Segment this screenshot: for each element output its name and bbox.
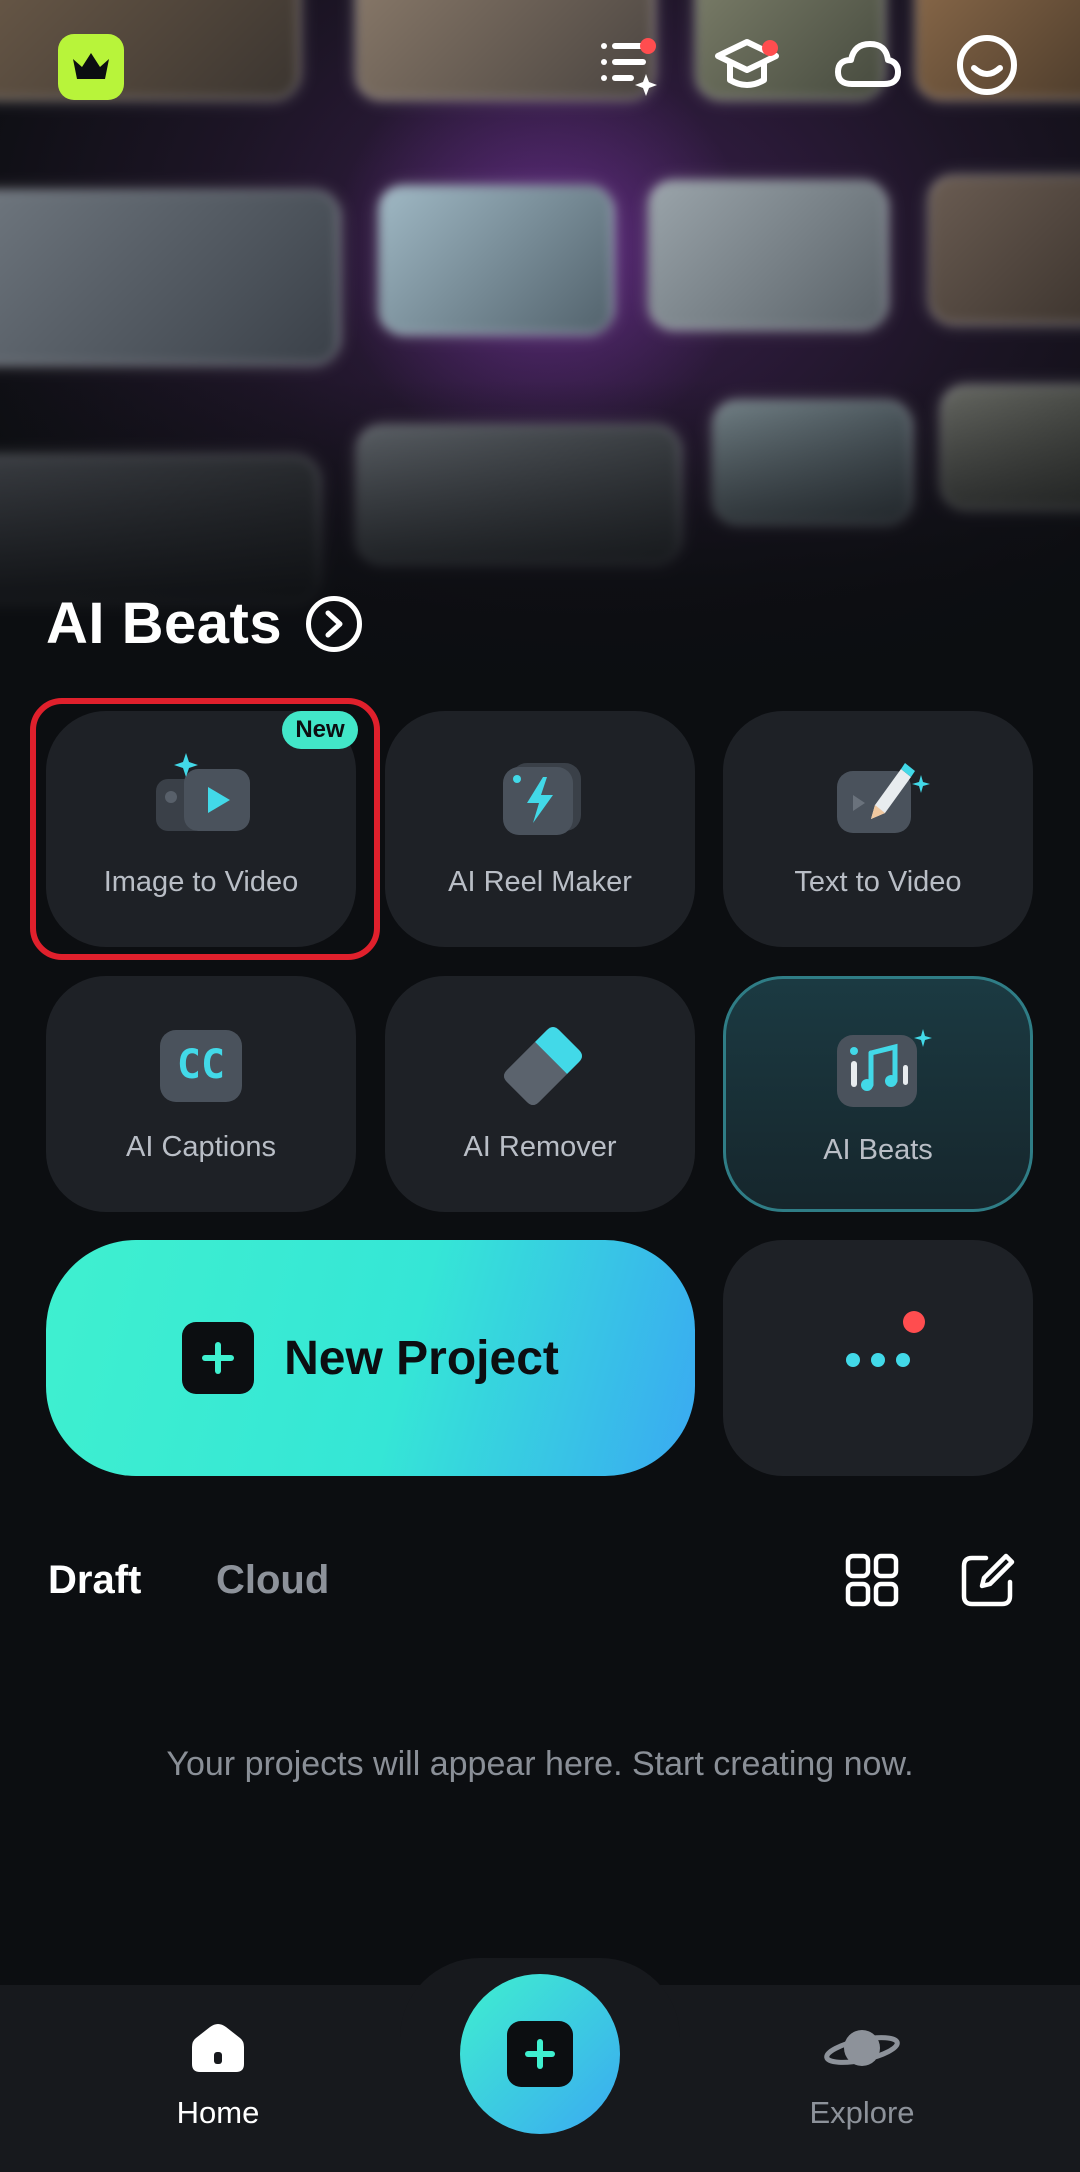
notification-dot [762, 40, 778, 56]
nav-home-label: Home [176, 2095, 260, 2130]
plus-icon [182, 1322, 255, 1394]
tool-label: AI Captions [126, 1131, 276, 1163]
grid-view-button[interactable] [842, 1550, 902, 1610]
hero-thumbnail [378, 185, 614, 335]
home-icon [192, 2024, 244, 2072]
tool-ai-captions[interactable]: CC AI Captions [46, 976, 356, 1212]
highlight-box [30, 698, 380, 960]
hero-thumbnail [648, 180, 888, 330]
pencil-sparkle-icon [823, 749, 933, 849]
create-fab-button[interactable] [460, 1974, 620, 2134]
planet-icon [824, 2030, 900, 2066]
plus-icon [507, 2021, 573, 2087]
smiley-profile-icon [957, 35, 1017, 95]
tutorial-button[interactable] [712, 30, 782, 100]
tool-label: AI Remover [463, 1131, 617, 1163]
tab-cloud[interactable]: Cloud [216, 1558, 329, 1603]
tool-label: AI Beats [823, 1134, 933, 1166]
edit-icon [961, 1553, 1015, 1607]
hero-thumbnail [928, 175, 1080, 325]
cloud-icon [835, 41, 901, 87]
premium-crown-button[interactable] [58, 34, 124, 100]
chevron-right-icon [306, 595, 363, 652]
section-title: AI Beats [46, 591, 283, 656]
empty-state-message: Your projects will appear here. Start cr… [166, 1745, 914, 1783]
tool-ai-reel-maker[interactable]: AI Reel Maker [385, 711, 695, 947]
nav-explore-label: Explore [809, 2095, 915, 2130]
tool-label: Text to Video [794, 866, 962, 898]
cloud-button[interactable] [832, 30, 902, 100]
nav-explore[interactable]: Explore [752, 2020, 972, 2131]
tool-ai-beats[interactable]: AI Beats [723, 976, 1033, 1212]
music-beats-icon [823, 1017, 933, 1117]
profile-button[interactable] [952, 30, 1022, 100]
crown-icon [73, 53, 109, 79]
svg-text:CC: CC [177, 1042, 225, 1088]
nav-home[interactable]: Home [108, 2020, 328, 2131]
eraser-icon [485, 1014, 595, 1114]
notification-dot [640, 38, 656, 54]
tool-text-to-video[interactable]: Text to Video [723, 711, 1033, 947]
tab-draft[interactable]: Draft [48, 1558, 141, 1603]
top-bar [0, 0, 1080, 130]
more-tools-button[interactable] [723, 1240, 1033, 1476]
tool-ai-remover[interactable]: AI Remover [385, 976, 695, 1212]
grid-view-icon [845, 1553, 899, 1607]
task-list-button[interactable] [592, 30, 662, 100]
lightning-icon [485, 749, 595, 849]
tool-label: AI Reel Maker [448, 866, 632, 898]
more-dots-icon [846, 1311, 925, 1367]
new-project-label: New Project [284, 1331, 559, 1385]
cc-icon: CC [146, 1014, 256, 1114]
hero-thumbnail [0, 190, 340, 365]
edit-button[interactable] [958, 1550, 1018, 1610]
section-title-link[interactable]: AI Beats [46, 590, 363, 657]
new-project-button[interactable]: New Project [46, 1240, 695, 1476]
